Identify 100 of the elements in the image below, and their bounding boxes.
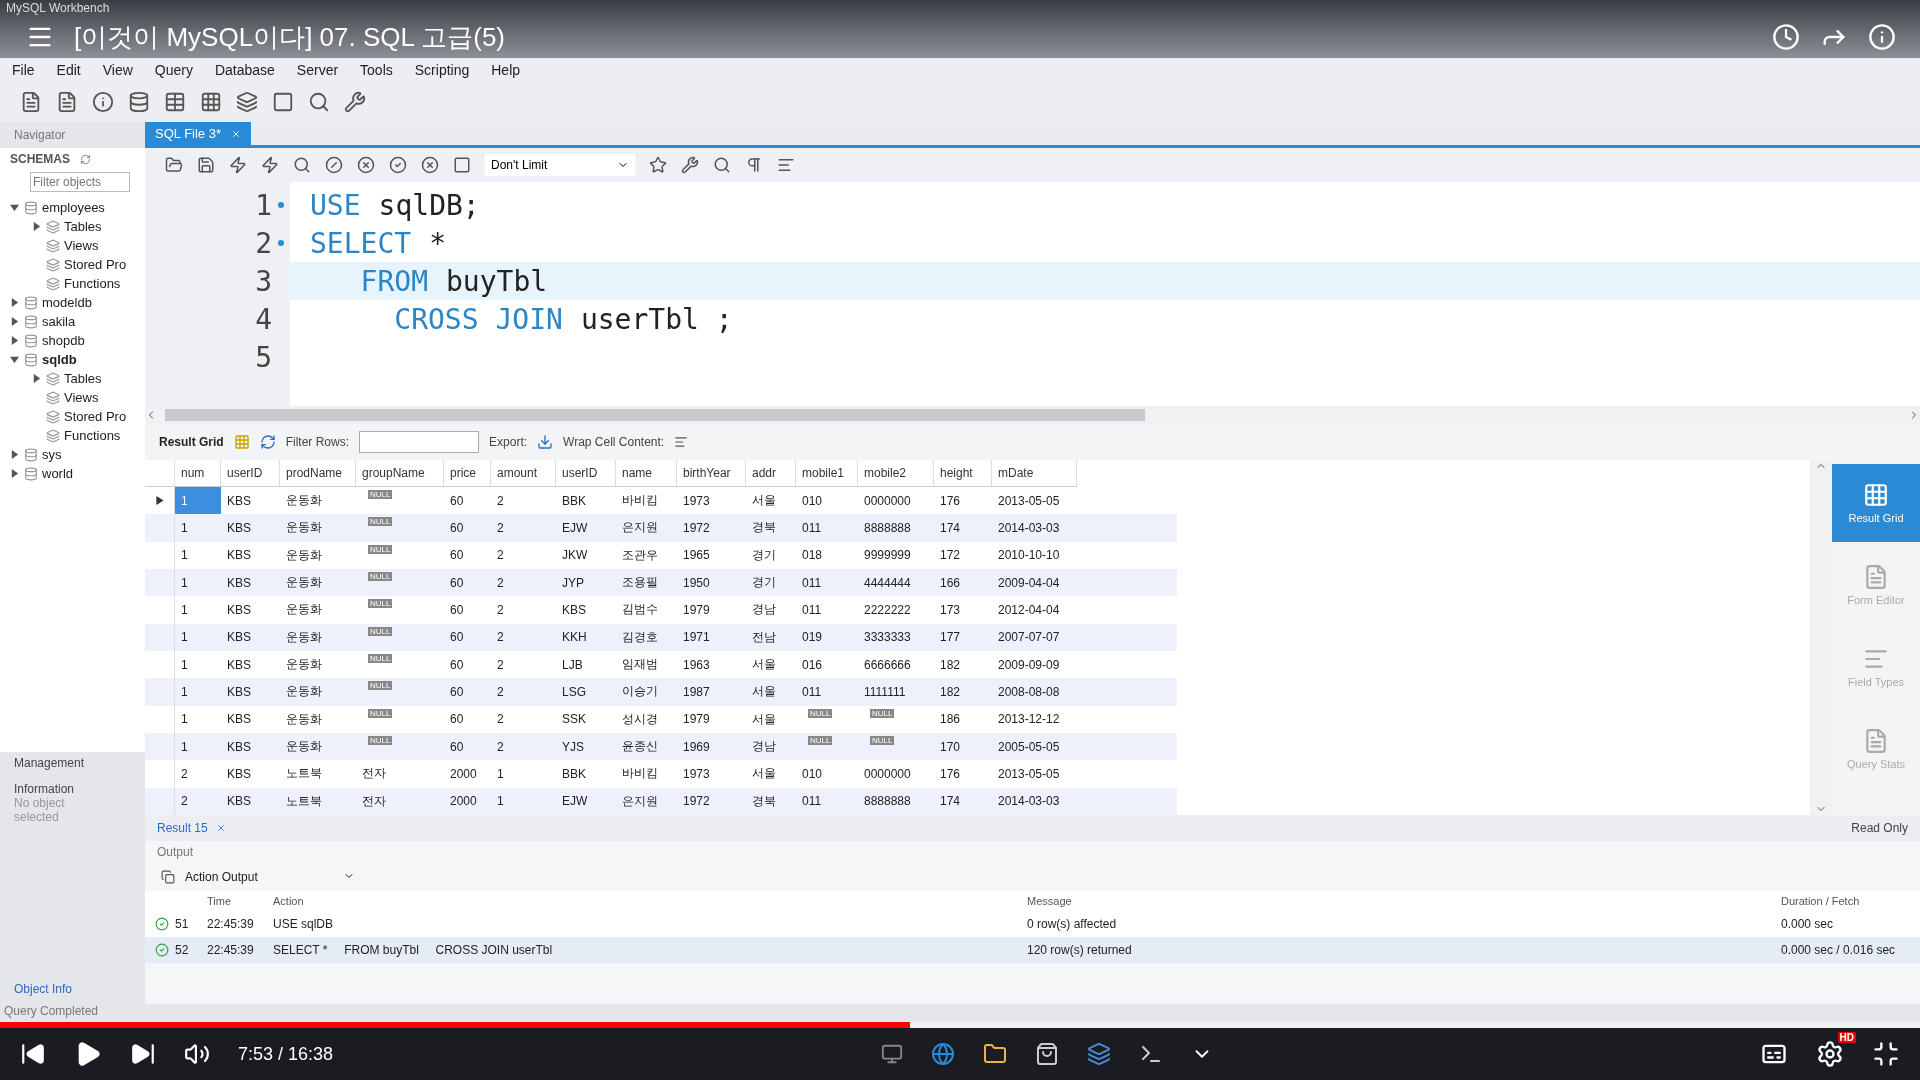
collapse-arrow-icon[interactable] <box>10 355 19 364</box>
menu-item[interactable]: Help <box>491 62 521 78</box>
tree-item[interactable]: employees <box>42 200 105 215</box>
expand-arrow-icon[interactable] <box>10 469 19 478</box>
table-cell-text: 1 <box>180 656 189 674</box>
output-mode-dropdown[interactable]: Action Output <box>185 870 355 884</box>
layers-icon[interactable] <box>236 91 258 113</box>
search-icon[interactable] <box>713 156 731 174</box>
tree-item[interactable]: Views <box>64 238 99 253</box>
refresh-icon[interactable] <box>80 153 91 165</box>
exit-fullscreen-icon[interactable] <box>1872 1040 1900 1068</box>
expand-arrow-icon[interactable] <box>32 222 41 231</box>
progress-bar[interactable] <box>0 1022 1920 1028</box>
tree-item[interactable]: Stored Pro <box>64 257 127 272</box>
close-icon[interactable] <box>215 823 226 833</box>
result-tab[interactable]: Result 15 <box>157 821 226 835</box>
info-icon[interactable] <box>92 91 114 113</box>
tree-item[interactable]: world <box>42 466 74 481</box>
menu-item[interactable]: Query <box>154 62 193 78</box>
collapse-arrow-icon[interactable] <box>10 203 19 212</box>
expand-arrow-icon[interactable] <box>10 317 19 326</box>
table-icon[interactable] <box>164 91 186 113</box>
expand-arrow-icon[interactable] <box>10 298 19 307</box>
wrench-icon[interactable] <box>344 91 366 113</box>
column-header[interactable]: birthYear <box>677 460 746 487</box>
editor-tab[interactable]: SQL File 3* <box>145 122 251 145</box>
result-view-tab[interactable]: Result Grid <box>1832 464 1920 542</box>
object-info-tab[interactable]: Object Info <box>14 982 131 996</box>
column-header[interactable]: num <box>175 460 221 487</box>
task-view-icon[interactable] <box>880 1043 903 1065</box>
tree-item[interactable]: Functions <box>64 276 121 291</box>
save-icon[interactable] <box>197 156 215 174</box>
wrap-icon[interactable] <box>777 156 795 174</box>
column-header[interactable]: userID <box>556 460 616 487</box>
column-header[interactable]: amount <box>491 460 556 487</box>
volume-icon[interactable] <box>184 1041 210 1067</box>
tree-item[interactable]: Stored Pro <box>64 409 127 424</box>
grid-icon[interactable] <box>200 91 222 113</box>
table-cell-text: 60 <box>449 519 465 537</box>
tree-item[interactable]: sqldb <box>42 352 77 367</box>
tree-item[interactable]: sakila <box>42 314 76 329</box>
tree-item[interactable]: Tables <box>64 371 102 386</box>
column-header[interactable]: mDate <box>992 460 1077 487</box>
expand-arrow-icon[interactable] <box>10 450 19 459</box>
column-header[interactable]: addr <box>746 460 796 487</box>
tree-item[interactable]: modeldb <box>42 295 92 310</box>
close-icon[interactable] <box>231 128 241 139</box>
view-icon[interactable] <box>1863 482 1889 508</box>
tree-item[interactable]: Functions <box>64 428 121 443</box>
video-title[interactable]: [이것이 MySQL이다] 07. SQL 고급(5) <box>74 19 1752 55</box>
refresh-icon[interactable] <box>259 434 276 450</box>
expand-arrow-icon[interactable] <box>10 336 19 345</box>
column-header[interactable]: prodName <box>280 460 356 487</box>
column-header[interactable]: userID <box>221 460 280 487</box>
search-icon[interactable] <box>308 91 330 113</box>
sql-file-icon[interactable] <box>20 91 42 113</box>
copy-icon[interactable] <box>161 870 175 884</box>
filter-rows-field[interactable] <box>359 431 480 453</box>
menu-item[interactable]: Scripting <box>414 62 470 78</box>
settings-icon[interactable] <box>1816 1040 1844 1068</box>
menu-item[interactable]: View <box>102 62 133 78</box>
magnifier-icon[interactable] <box>293 156 311 174</box>
browser-icon[interactable] <box>930 1042 955 1066</box>
expand-arrow-icon[interactable] <box>32 374 41 383</box>
tree-item[interactable]: Tables <box>64 219 102 234</box>
tree-item[interactable]: sys <box>42 447 62 462</box>
management-tab[interactable]: Management <box>14 756 85 770</box>
column-header[interactable]: mobile1 <box>796 460 858 487</box>
table-cell-text: 운동화 <box>285 738 323 756</box>
column-header[interactable]: name <box>616 460 677 487</box>
filter-field[interactable]: Filter objects <box>30 172 130 192</box>
table-cell-text: 176 <box>939 765 962 783</box>
clock-icon[interactable] <box>1772 23 1800 51</box>
pilcrow-icon[interactable] <box>745 156 763 174</box>
store-icon[interactable] <box>1034 1042 1059 1066</box>
tree-item[interactable]: Views <box>64 390 99 405</box>
stop-icon[interactable] <box>325 156 343 174</box>
menu-item[interactable]: File <box>12 62 35 78</box>
menu-item[interactable]: Database <box>214 62 275 78</box>
scrollbar-thumb[interactable] <box>165 409 1145 421</box>
wrap-icon[interactable] <box>674 435 689 449</box>
column-header: Action <box>273 895 305 907</box>
table-cell-text: 2222222 <box>863 601 912 619</box>
tree-item[interactable]: shopdb <box>42 333 85 348</box>
export-icon[interactable] <box>537 434 554 450</box>
column-header[interactable]: height <box>934 460 992 487</box>
menu-item[interactable]: Tools <box>360 62 393 78</box>
lightning-icon[interactable] <box>229 156 247 174</box>
menu-item[interactable]: Edit <box>56 62 81 78</box>
limit-dropdown[interactable]: Don't Limit <box>485 154 635 176</box>
column-header[interactable]: mobile2 <box>858 460 934 487</box>
previous-icon[interactable] <box>20 1041 46 1067</box>
database-icon[interactable] <box>128 91 150 113</box>
window-icon[interactable] <box>272 91 294 113</box>
next-icon[interactable] <box>130 1041 156 1067</box>
table-cell-text: 경북 <box>751 792 777 810</box>
commit-icon[interactable] <box>389 156 407 174</box>
column-header[interactable]: groupName <box>356 460 444 487</box>
column-header[interactable]: price <box>444 460 491 487</box>
menu-item[interactable]: Server <box>296 62 339 78</box>
